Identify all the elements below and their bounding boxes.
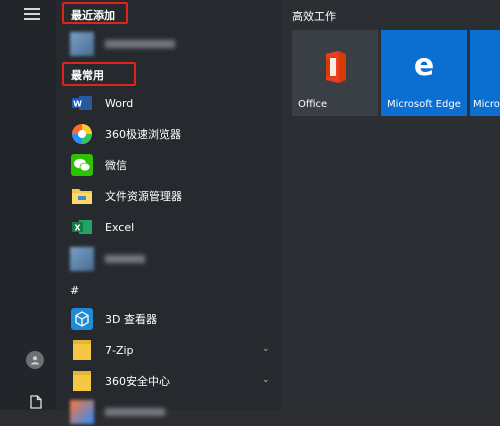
expand-360-chevron-icon[interactable]: ⌄ <box>262 375 270 385</box>
section-most-used[interactable]: 最常用 <box>62 62 136 86</box>
wechat-icon <box>70 153 94 177</box>
file-explorer-icon <box>70 184 94 208</box>
list-item-blurred-recent[interactable] <box>70 30 175 58</box>
blurred-app-icon <box>70 247 94 271</box>
tiles-pane: 高效工作 Office e Microsoft Edge Micro <box>282 0 500 410</box>
svg-text:X: X <box>74 223 81 232</box>
app-label: 文件资源管理器 <box>105 190 182 203</box>
blurred-app-label <box>105 40 175 48</box>
list-item-excel[interactable]: X Excel <box>70 213 134 241</box>
app-label: 360极速浏览器 <box>105 128 181 141</box>
app-label: Excel <box>105 220 135 234</box>
app-label: Word <box>105 96 134 110</box>
360-browser-icon <box>70 122 94 146</box>
documents-icon[interactable] <box>30 394 42 413</box>
user-avatar-icon[interactable] <box>26 351 44 369</box>
app-label: 7-Zip <box>105 343 134 357</box>
list-item-360-browser[interactable]: 360极速浏览器 <box>70 120 181 148</box>
list-item-360-security-center[interactable]: 360安全中心 <box>70 367 170 395</box>
3d-viewer-icon <box>70 307 94 331</box>
list-item-partial[interactable] <box>70 398 165 426</box>
blurred-app-label <box>105 255 145 263</box>
hamburger-menu-icon[interactable] <box>24 8 40 20</box>
tile-microsoft-edge[interactable]: e Microsoft Edge <box>381 30 467 116</box>
tile-office[interactable]: Office <box>292 30 378 116</box>
section-recently-added[interactable]: 最近添加 <box>62 2 128 24</box>
edge-icon: e <box>409 48 439 84</box>
tile-label: Micro <box>473 99 500 110</box>
app-list: 最近添加 最常用 W Word 360极速浏览器 微信 文件资源管理器 X Ex… <box>56 0 282 424</box>
list-item-word[interactable]: W Word <box>70 89 133 117</box>
svg-text:e: e <box>414 50 434 80</box>
excel-icon: X <box>70 215 94 239</box>
word-icon: W <box>70 91 94 115</box>
tile-group-title[interactable]: 高效工作 <box>292 8 336 24</box>
list-item-7zip[interactable]: 7-Zip <box>70 336 134 364</box>
app-label: 360安全中心 <box>105 375 170 388</box>
start-rail <box>0 0 56 410</box>
folder-icon <box>70 338 94 362</box>
group-letter-hash[interactable]: # <box>70 284 79 297</box>
list-item-blurred-app[interactable] <box>70 245 145 273</box>
tile-label: Microsoft Edge <box>387 99 461 110</box>
svg-text:W: W <box>73 99 82 108</box>
app-label: 微信 <box>105 159 127 172</box>
list-item-3d-viewer[interactable]: 3D 查看器 <box>70 305 157 333</box>
expand-7zip-chevron-icon[interactable]: ⌄ <box>262 344 270 354</box>
office-icon <box>320 50 350 88</box>
tile-micro-partial[interactable]: Micro <box>470 30 500 116</box>
tile-label: Office <box>298 99 328 110</box>
folder-icon <box>70 369 94 393</box>
list-item-wechat[interactable]: 微信 <box>70 151 127 179</box>
blurred-app-icon <box>70 400 94 424</box>
list-item-file-explorer[interactable]: 文件资源管理器 <box>70 182 182 210</box>
app-label: 3D 查看器 <box>105 313 157 326</box>
blurred-app-icon <box>70 32 94 56</box>
blurred-app-label <box>105 408 165 416</box>
